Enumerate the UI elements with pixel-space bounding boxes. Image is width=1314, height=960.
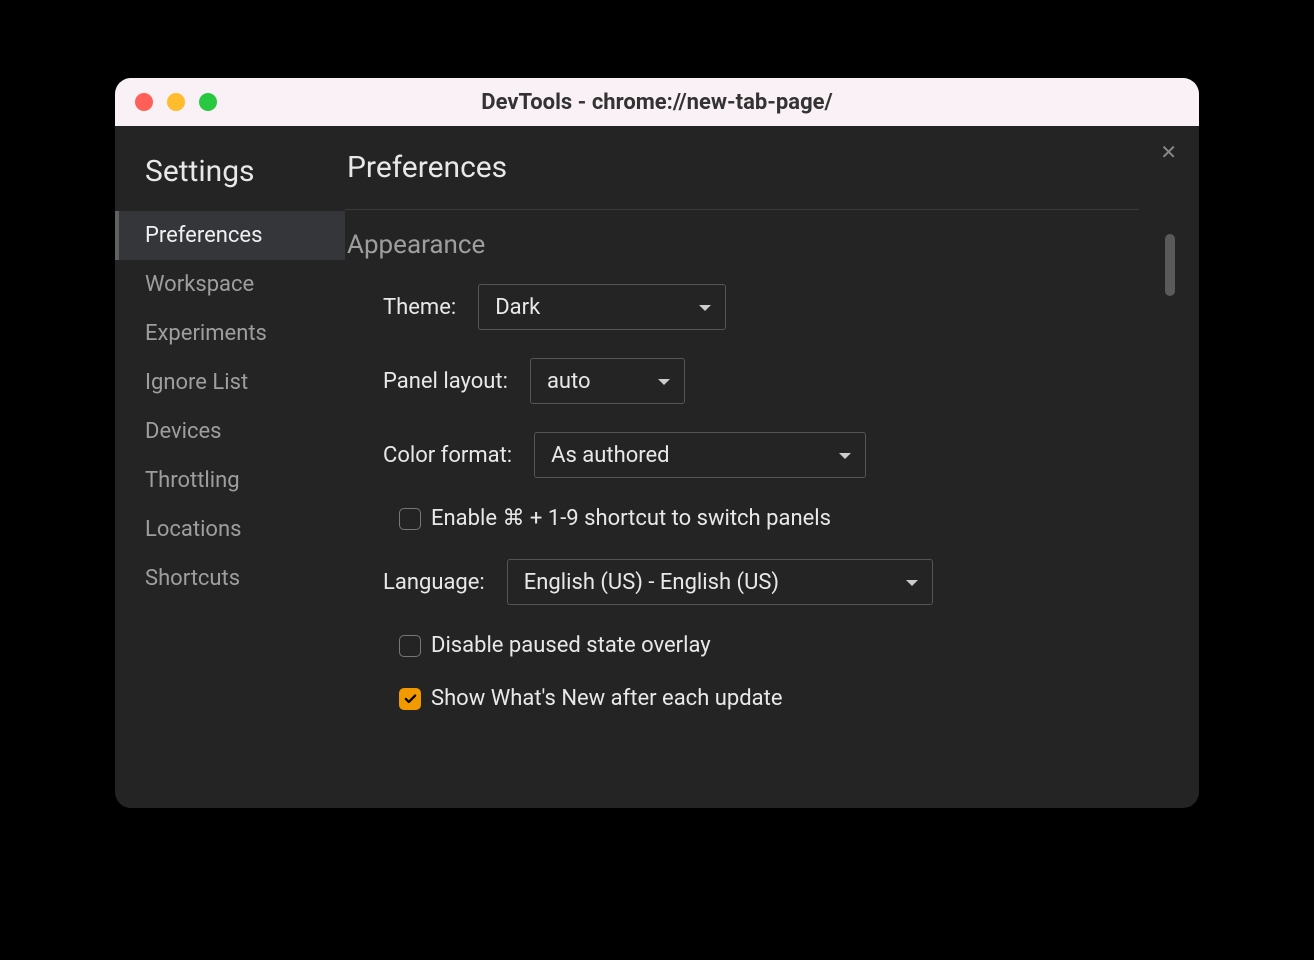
sidebar-item-label: Locations bbox=[145, 517, 241, 542]
enable-shortcut-checkbox-row[interactable]: Enable ⌘ + 1-9 shortcut to switch panels bbox=[399, 506, 1179, 531]
theme-value: Dark bbox=[495, 295, 540, 320]
sidebar-item-throttling[interactable]: Throttling bbox=[115, 456, 345, 505]
window-minimize-button[interactable] bbox=[167, 93, 185, 111]
panel-layout-label: Panel layout: bbox=[383, 369, 508, 394]
sidebar-item-label: Devices bbox=[145, 419, 222, 444]
language-row: Language: English (US) - English (US) bbox=[383, 559, 1179, 605]
color-format-value: As authored bbox=[551, 443, 669, 468]
sidebar: Settings Preferences Workspace Experimen… bbox=[115, 126, 345, 808]
theme-select[interactable]: Dark bbox=[478, 284, 726, 330]
content: ✕ Settings Preferences Workspace Experim… bbox=[115, 126, 1199, 808]
panel-layout-value: auto bbox=[547, 369, 591, 394]
scroll-area[interactable]: Appearance Theme: Dark Panel layout: aut… bbox=[345, 210, 1179, 808]
sidebar-item-label: Ignore List bbox=[145, 370, 248, 395]
window-title: DevTools - chrome://new-tab-page/ bbox=[115, 90, 1199, 115]
color-format-select[interactable]: As authored bbox=[534, 432, 866, 478]
sidebar-item-preferences[interactable]: Preferences bbox=[115, 211, 345, 260]
sidebar-item-label: Experiments bbox=[145, 321, 267, 346]
sidebar-item-label: Preferences bbox=[145, 223, 262, 248]
sidebar-item-label: Workspace bbox=[145, 272, 254, 297]
enable-shortcut-label: Enable ⌘ + 1-9 shortcut to switch panels bbox=[431, 506, 831, 531]
panel-layout-select[interactable]: auto bbox=[530, 358, 685, 404]
color-format-label: Color format: bbox=[383, 443, 512, 468]
theme-label: Theme: bbox=[383, 295, 456, 320]
sidebar-item-label: Throttling bbox=[145, 468, 240, 493]
disable-overlay-checkbox-row[interactable]: Disable paused state overlay bbox=[399, 633, 1179, 658]
language-value: English (US) - English (US) bbox=[524, 570, 779, 595]
sidebar-item-label: Shortcuts bbox=[145, 566, 240, 591]
page-title: Preferences bbox=[347, 150, 1199, 185]
section-appearance: Appearance bbox=[347, 230, 1179, 260]
traffic-lights bbox=[115, 93, 217, 111]
color-format-row: Color format: As authored bbox=[383, 432, 1179, 478]
disable-overlay-label: Disable paused state overlay bbox=[431, 633, 711, 658]
devtools-settings-window: DevTools - chrome://new-tab-page/ ✕ Sett… bbox=[115, 78, 1199, 808]
main-panel: Preferences Appearance Theme: Dark Panel… bbox=[345, 126, 1199, 808]
language-label: Language: bbox=[383, 570, 485, 595]
sidebar-item-locations[interactable]: Locations bbox=[115, 505, 345, 554]
show-whats-new-label: Show What's New after each update bbox=[431, 686, 783, 711]
sidebar-item-ignore-list[interactable]: Ignore List bbox=[115, 358, 345, 407]
show-whats-new-checkbox-row[interactable]: Show What's New after each update bbox=[399, 686, 1179, 711]
checkmark-icon bbox=[403, 691, 418, 706]
panel-layout-row: Panel layout: auto bbox=[383, 358, 1179, 404]
show-whats-new-checkbox[interactable] bbox=[399, 688, 421, 710]
language-select[interactable]: English (US) - English (US) bbox=[507, 559, 933, 605]
sidebar-item-shortcuts[interactable]: Shortcuts bbox=[115, 554, 345, 603]
titlebar: DevTools - chrome://new-tab-page/ bbox=[115, 78, 1199, 126]
sidebar-item-devices[interactable]: Devices bbox=[115, 407, 345, 456]
sidebar-title: Settings bbox=[115, 150, 345, 211]
sidebar-item-experiments[interactable]: Experiments bbox=[115, 309, 345, 358]
scrollbar-thumb[interactable] bbox=[1165, 234, 1175, 296]
window-close-button[interactable] bbox=[135, 93, 153, 111]
sidebar-item-workspace[interactable]: Workspace bbox=[115, 260, 345, 309]
enable-shortcut-checkbox[interactable] bbox=[399, 508, 421, 530]
theme-row: Theme: Dark bbox=[383, 284, 1179, 330]
disable-overlay-checkbox[interactable] bbox=[399, 635, 421, 657]
window-zoom-button[interactable] bbox=[199, 93, 217, 111]
